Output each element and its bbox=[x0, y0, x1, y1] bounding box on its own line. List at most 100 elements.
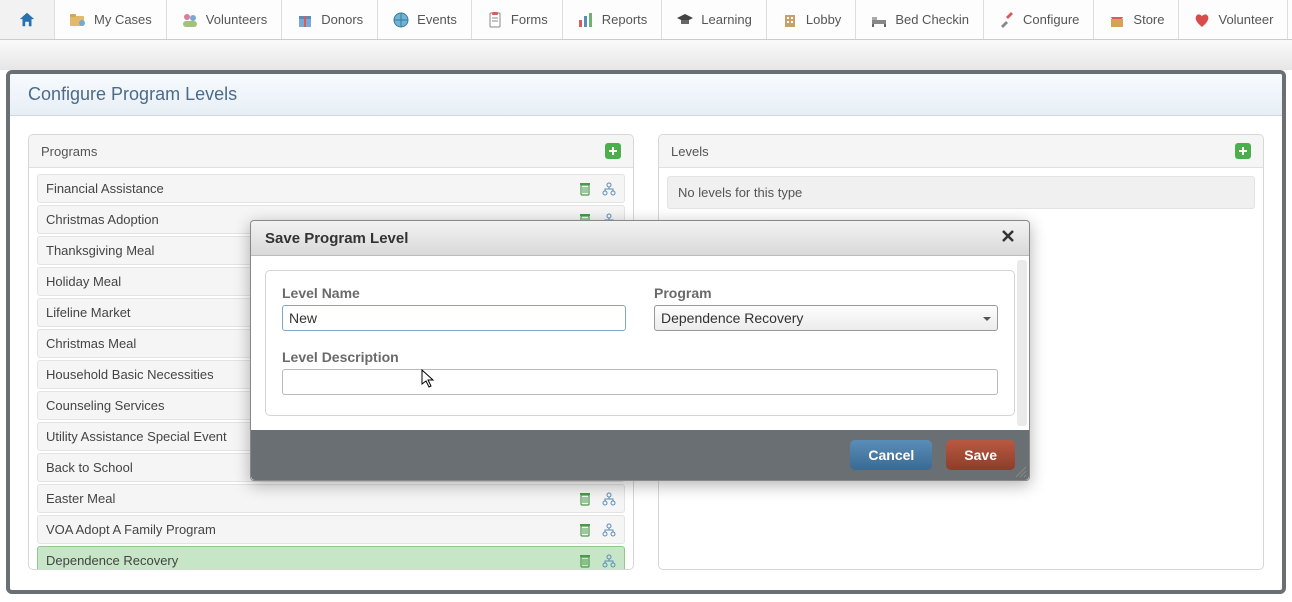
program-row[interactable]: Financial Assistance bbox=[37, 174, 625, 203]
nav-label: Volunteers bbox=[206, 12, 267, 27]
top-nav: My Cases Volunteers Donors Events Forms … bbox=[0, 0, 1292, 40]
modal-scrollbar[interactable] bbox=[1017, 260, 1027, 426]
save-program-level-modal: Save Program Level Level Name Program De… bbox=[250, 220, 1030, 481]
description-field: Level Description bbox=[282, 349, 998, 395]
programs-header-label: Programs bbox=[41, 144, 97, 159]
globe-icon bbox=[392, 11, 410, 29]
nav-bed-checkin[interactable]: Bed Checkin bbox=[856, 0, 984, 39]
delete-icon[interactable] bbox=[578, 182, 592, 196]
nav-label: Bed Checkin bbox=[895, 12, 969, 27]
cancel-button[interactable]: Cancel bbox=[850, 440, 932, 470]
nav-volunteers[interactable]: Volunteers bbox=[167, 0, 282, 39]
program-name: Christmas Meal bbox=[46, 336, 136, 351]
program-name: Holiday Meal bbox=[46, 274, 121, 289]
heart-icon bbox=[1193, 11, 1211, 29]
program-name: Back to School bbox=[46, 460, 133, 475]
page-title: Configure Program Levels bbox=[10, 74, 1282, 116]
delete-icon[interactable] bbox=[578, 554, 592, 568]
row-actions bbox=[578, 554, 616, 568]
program-name: VOA Adopt A Family Program bbox=[46, 522, 216, 537]
nav-label: My Cases bbox=[94, 12, 152, 27]
level-name-input[interactable] bbox=[282, 305, 626, 331]
add-level-button[interactable] bbox=[1235, 143, 1251, 159]
save-button[interactable]: Save bbox=[946, 440, 1015, 470]
row-actions bbox=[578, 492, 616, 506]
delete-icon[interactable] bbox=[578, 523, 592, 537]
plus-icon bbox=[608, 146, 618, 156]
modal-title: Save Program Level bbox=[265, 230, 408, 247]
nav-donors[interactable]: Donors bbox=[282, 0, 378, 39]
program-row[interactable]: Dependence Recovery bbox=[37, 546, 625, 570]
bar-chart-icon bbox=[577, 11, 595, 29]
gift-icon bbox=[296, 11, 314, 29]
program-name: Utility Assistance Special Event bbox=[46, 429, 227, 444]
programs-header: Programs bbox=[29, 135, 633, 168]
program-name: Lifeline Market bbox=[46, 305, 131, 320]
nav-events[interactable]: Events bbox=[378, 0, 472, 39]
content-gradient bbox=[0, 40, 1292, 70]
folder-person-icon bbox=[69, 11, 87, 29]
bed-icon bbox=[870, 11, 888, 29]
nav-label: Store bbox=[1133, 12, 1164, 27]
program-name: Christmas Adoption bbox=[46, 212, 159, 227]
levels-empty-message: No levels for this type bbox=[667, 176, 1255, 209]
program-name: Financial Assistance bbox=[46, 181, 164, 196]
program-row[interactable]: VOA Adopt A Family Program bbox=[37, 515, 625, 544]
nav-configure[interactable]: Configure bbox=[984, 0, 1094, 39]
program-name: Easter Meal bbox=[46, 491, 115, 506]
row-actions bbox=[578, 523, 616, 537]
modal-close-button[interactable] bbox=[1001, 229, 1015, 247]
level-name-label: Level Name bbox=[282, 285, 626, 301]
program-label: Program bbox=[654, 285, 998, 301]
description-input[interactable] bbox=[282, 369, 998, 395]
nav-reports[interactable]: Reports bbox=[563, 0, 663, 39]
nav-forms[interactable]: Forms bbox=[472, 0, 563, 39]
nav-label: Volunteer bbox=[1218, 12, 1273, 27]
tools-icon bbox=[998, 11, 1016, 29]
hierarchy-icon[interactable] bbox=[602, 554, 616, 568]
hierarchy-icon[interactable] bbox=[602, 523, 616, 537]
description-label: Level Description bbox=[282, 349, 998, 365]
program-field: Program Dependence Recovery bbox=[654, 285, 998, 331]
home-icon bbox=[18, 11, 36, 29]
grad-cap-icon bbox=[676, 11, 694, 29]
nav-label: Donors bbox=[321, 12, 363, 27]
delete-icon[interactable] bbox=[578, 492, 592, 506]
levels-header-label: Levels bbox=[671, 144, 709, 159]
nav-label: Configure bbox=[1023, 12, 1079, 27]
program-name: Dependence Recovery bbox=[46, 553, 178, 568]
plus-icon bbox=[1238, 146, 1248, 156]
nav-home[interactable] bbox=[0, 0, 55, 39]
close-icon bbox=[1001, 229, 1015, 243]
program-select[interactable]: Dependence Recovery bbox=[654, 305, 998, 331]
nav-lobby[interactable]: Lobby bbox=[767, 0, 856, 39]
program-name: Counseling Services bbox=[46, 398, 165, 413]
resize-grip[interactable] bbox=[1013, 464, 1027, 478]
levels-header: Levels bbox=[659, 135, 1263, 168]
nav-learning[interactable]: Learning bbox=[662, 0, 767, 39]
nav-store[interactable]: Store bbox=[1094, 0, 1179, 39]
nav-label: Events bbox=[417, 12, 457, 27]
nav-label: Lobby bbox=[806, 12, 841, 27]
add-program-button[interactable] bbox=[605, 143, 621, 159]
modal-footer: Cancel Save bbox=[251, 430, 1029, 480]
people-icon bbox=[181, 11, 199, 29]
program-row[interactable]: Easter Meal bbox=[37, 484, 625, 513]
modal-title-bar: Save Program Level bbox=[251, 221, 1029, 256]
level-name-field: Level Name bbox=[282, 285, 626, 331]
nav-volunteer[interactable]: Volunteer bbox=[1179, 0, 1288, 39]
program-name: Household Basic Necessities bbox=[46, 367, 214, 382]
clipboard-icon bbox=[486, 11, 504, 29]
resize-icon bbox=[1013, 464, 1027, 478]
row-actions bbox=[578, 182, 616, 196]
hierarchy-icon[interactable] bbox=[602, 492, 616, 506]
building-icon bbox=[781, 11, 799, 29]
modal-body: Level Name Program Dependence Recovery bbox=[251, 256, 1029, 430]
nav-label: Reports bbox=[602, 12, 648, 27]
nav-label: Learning bbox=[701, 12, 752, 27]
store-icon bbox=[1108, 11, 1126, 29]
modal-inner: Level Name Program Dependence Recovery bbox=[265, 270, 1015, 416]
program-name: Thanksgiving Meal bbox=[46, 243, 154, 258]
hierarchy-icon[interactable] bbox=[602, 182, 616, 196]
nav-my-cases[interactable]: My Cases bbox=[55, 0, 167, 39]
